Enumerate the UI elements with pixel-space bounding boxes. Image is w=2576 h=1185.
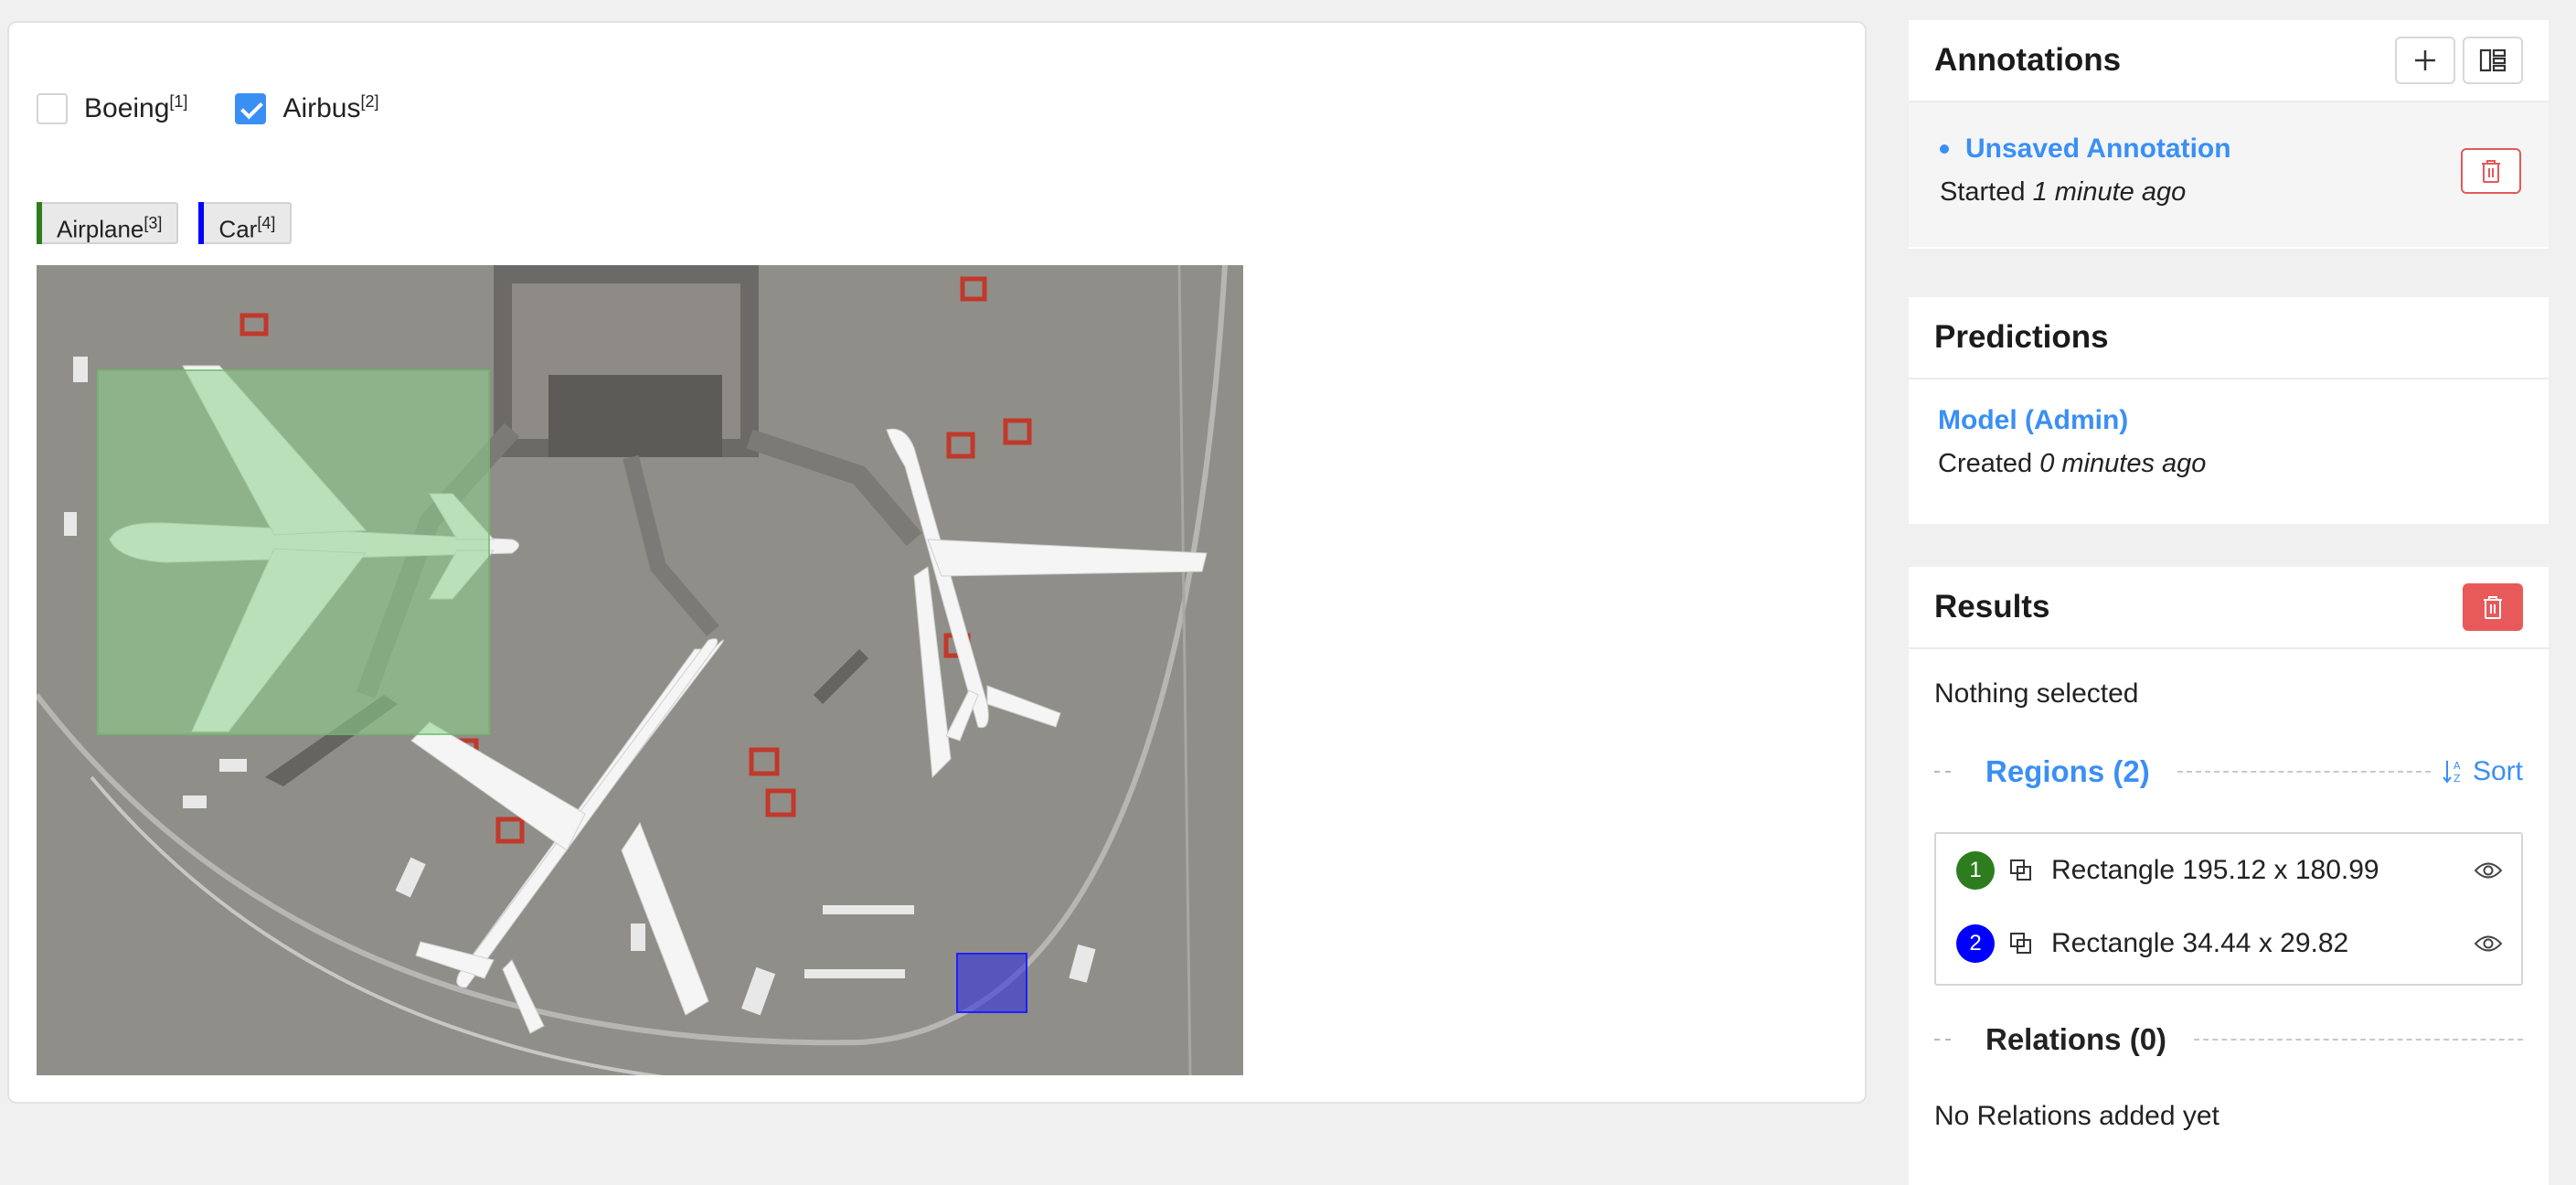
add-annotation-button[interactable]	[2395, 37, 2455, 84]
region-item-2[interactable]: 2 Rectangle 34.44 x 29.82	[1936, 907, 2521, 980]
selection-status: Nothing selected	[1934, 678, 2139, 709]
choice-label: Airbus[2]	[282, 92, 379, 123]
layout-grid-icon	[2479, 48, 2507, 72]
divider	[2194, 1039, 2523, 1041]
labeling-panel: Boeing[1] Airbus[2] Airplane[3] Car[4]	[7, 21, 1867, 1104]
image-canvas[interactable]	[37, 265, 1243, 1075]
toggle-layout-button[interactable]	[2463, 37, 2523, 84]
annotation-meta: Started 1 minute ago	[1940, 177, 2523, 208]
started-prefix: Started	[1940, 177, 2026, 207]
divider	[2177, 771, 2431, 773]
annotation-title-row: Unsaved Annotation	[1940, 133, 2523, 165]
regions-title[interactable]: Regions (2)	[1985, 754, 2150, 789]
relations-section-header: Relations (0)	[1934, 1022, 2523, 1057]
relations-title[interactable]: Relations (0)	[1985, 1022, 2166, 1057]
results-title: Results	[1934, 589, 2050, 625]
plus-icon	[2415, 50, 2435, 70]
sort-label: Sort	[2472, 756, 2523, 786]
region-label: Rectangle 34.44 x 29.82	[2051, 928, 2349, 958]
predictions-title: Predictions	[1934, 319, 2109, 355]
region-item-1[interactable]: 1 Rectangle 195.12 x 180.99	[1936, 834, 2521, 907]
trash-icon	[2482, 160, 2500, 183]
started-time: 1 minute ago	[2032, 177, 2187, 207]
annotation-item[interactable]: Unsaved Annotation Started 1 minute ago	[1909, 102, 2549, 247]
label-airplane[interactable]: Airplane[3]	[37, 202, 179, 244]
divider	[1934, 1039, 1951, 1041]
trash-icon	[2484, 596, 2502, 619]
airbus-checkbox[interactable]	[235, 92, 267, 124]
eye-icon[interactable]	[2474, 860, 2503, 881]
delete-results-button[interactable]	[2463, 583, 2523, 631]
region-index-badge: 2	[1956, 924, 1995, 963]
sort-az-icon: AZ	[2443, 760, 2461, 785]
regions-list: 1 Rectangle 195.12 x 180.99 2 Rectangle …	[1934, 832, 2523, 986]
svg-text:A: A	[2454, 760, 2461, 772]
region-label: Rectangle 195.12 x 180.99	[2051, 855, 2379, 885]
created-prefix: Created	[1938, 449, 2033, 478]
unsaved-dot-icon	[1940, 144, 1949, 154]
results-header: Results	[1909, 567, 2549, 649]
regions-section-header: Regions (2) AZ Sort	[1934, 754, 2523, 789]
labels-group: Airplane[3] Car[4]	[37, 202, 312, 244]
region-1-airplane[interactable]	[97, 369, 490, 735]
annotations-title: Annotations	[1934, 42, 2122, 78]
created-time: 0 minutes ago	[2039, 449, 2207, 478]
rectangle-icon	[2009, 932, 2033, 955]
divider	[1934, 771, 1951, 773]
no-relations-text: No Relations added yet	[1934, 1101, 2219, 1131]
choice-airbus[interactable]: Airbus[2]	[235, 92, 379, 124]
prediction-meta: Created 0 minutes ago	[1938, 449, 2519, 479]
results-panel: Results Nothing selected Regions (2) AZ …	[1909, 567, 2549, 1185]
annotation-title: Unsaved Annotation	[1965, 133, 2231, 164]
choices-group: Boeing[1] Airbus[2]	[37, 92, 427, 124]
rectangle-icon	[2009, 859, 2033, 882]
region-2-car[interactable]	[956, 953, 1027, 1013]
delete-annotation-button[interactable]	[2461, 148, 2521, 194]
annotations-panel: Annotations Unsaved Annotation Started 1…	[1909, 20, 2549, 249]
predictions-header: Predictions	[1909, 297, 2549, 379]
predictions-panel: Predictions Model (Admin) Created 0 minu…	[1909, 297, 2549, 524]
label-car[interactable]: Car[4]	[198, 202, 293, 244]
sort-button[interactable]: AZ Sort	[2442, 756, 2523, 787]
eye-icon[interactable]	[2474, 934, 2503, 954]
choice-boeing[interactable]: Boeing[1]	[37, 92, 187, 124]
choice-label: Boeing[1]	[84, 92, 188, 123]
prediction-item[interactable]: Model (Admin) Created 0 minutes ago	[1909, 379, 2549, 505]
region-index-badge: 1	[1956, 851, 1995, 890]
boeing-checkbox[interactable]	[37, 92, 68, 124]
annotations-header: Annotations	[1909, 20, 2549, 102]
svg-text:Z: Z	[2454, 773, 2461, 785]
prediction-model[interactable]: Model (Admin)	[1938, 405, 2519, 436]
